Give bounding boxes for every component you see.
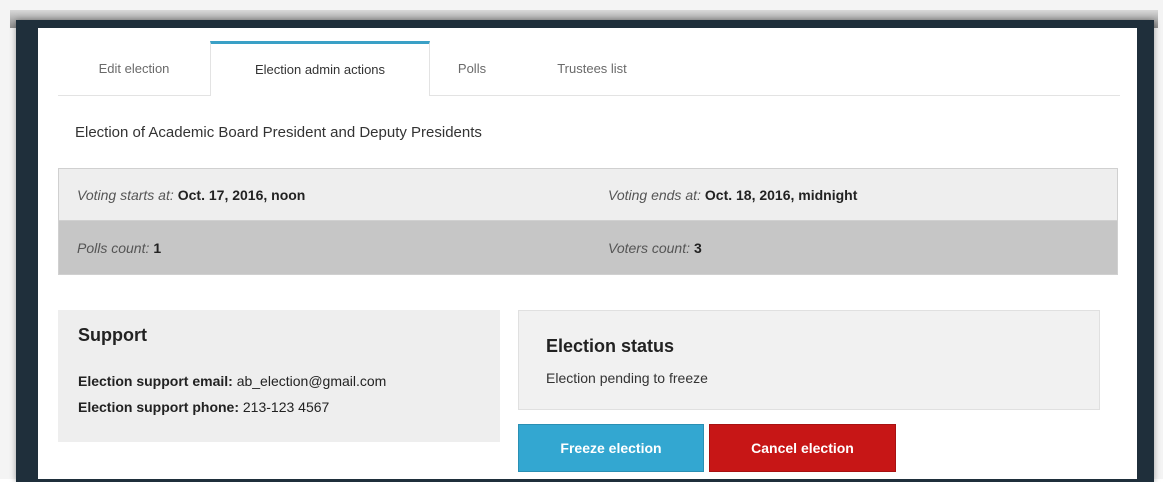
tab-trustees-list[interactable]: Trustees list — [516, 41, 668, 95]
tab-bar: Edit election Election admin actions Pol… — [58, 41, 1120, 96]
voters-count-cell: Voters count: 3 — [608, 221, 702, 274]
support-phone-label: Election support phone: — [78, 399, 239, 415]
tab-edit-election[interactable]: Edit election — [58, 41, 210, 95]
support-email-value: ab_election@gmail.com — [236, 373, 387, 389]
polls-count-cell: Polls count: 1 — [77, 221, 161, 274]
election-status-text: Election pending to freeze — [546, 370, 708, 386]
cancel-election-button[interactable]: Cancel election — [709, 424, 896, 472]
support-email-label: Election support email: — [78, 373, 233, 389]
election-title: Election of Academic Board President and… — [75, 124, 482, 141]
support-email-line: Election support email: ab_election@gmai… — [78, 373, 386, 389]
voters-count-label: Voters count: — [608, 239, 690, 256]
polls-count-label: Polls count: — [77, 239, 150, 256]
election-status-panel: Election status Election pending to free… — [518, 310, 1100, 410]
support-panel: Support Election support email: ab_elect… — [58, 310, 500, 442]
freeze-election-button[interactable]: Freeze election — [518, 424, 704, 472]
election-status-heading: Election status — [546, 336, 675, 356]
voting-ends-cell: Voting ends at: Oct. 18, 2016, midnight — [608, 169, 857, 220]
support-phone-value: 213-123 4567 — [242, 399, 330, 415]
voting-ends-value: Oct. 18, 2016, midnight — [704, 186, 858, 203]
support-phone-line: Election support phone: 213-123 4567 — [78, 399, 329, 415]
main-content: Edit election Election admin actions Pol… — [38, 28, 1137, 479]
counts-row: Polls count: 1 Voters count: 3 — [58, 221, 1118, 275]
tab-election-admin-actions[interactable]: Election admin actions — [210, 41, 430, 96]
voting-starts-value: Oct. 17, 2016, noon — [177, 186, 306, 203]
voting-dates-row: Voting starts at: Oct. 17, 2016, noon Vo… — [58, 168, 1118, 221]
voters-count-value: 3 — [693, 239, 702, 256]
voting-starts-label: Voting starts at: — [77, 186, 174, 203]
polls-count-value: 1 — [153, 239, 162, 256]
support-heading: Support — [78, 325, 147, 345]
page-background: Edit election Election admin actions Pol… — [0, 0, 1163, 482]
voting-ends-label: Voting ends at: — [608, 186, 701, 203]
tab-polls[interactable]: Polls — [430, 41, 514, 95]
voting-starts-cell: Voting starts at: Oct. 17, 2016, noon — [77, 169, 305, 220]
